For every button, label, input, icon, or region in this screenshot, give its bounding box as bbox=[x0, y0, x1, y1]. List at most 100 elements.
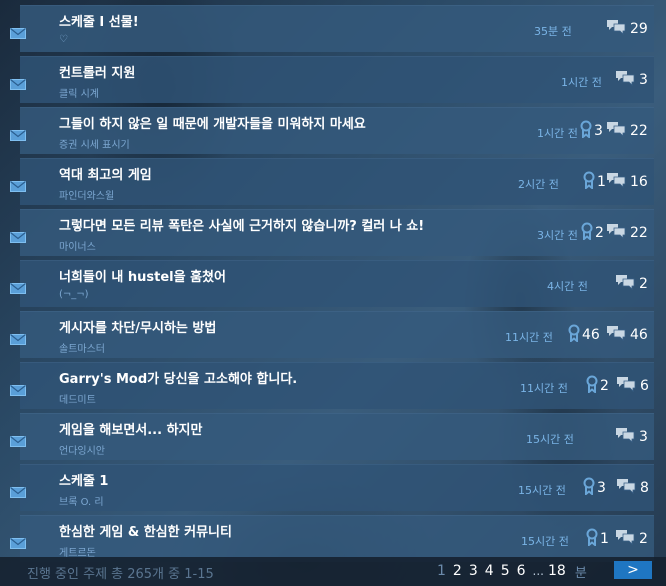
mail-icon bbox=[10, 330, 26, 345]
award-count[interactable]: 46 bbox=[568, 324, 600, 346]
topic-author: ♡ bbox=[59, 34, 68, 45]
reply-number: 3 bbox=[639, 72, 648, 88]
page-link-1[interactable]: 1 bbox=[437, 563, 446, 579]
topic-title[interactable]: 그들이 하지 않은 일 때문에 개발자들을 미워하지 마세요 bbox=[59, 113, 366, 132]
topic-row[interactable]: 게시자를 차단/무시하는 방법솔트마스터 11시간 전 46 46 bbox=[10, 311, 654, 358]
mail-icon bbox=[10, 177, 26, 192]
award-ribbon-icon bbox=[586, 375, 598, 397]
topic-time: 4시간 전 bbox=[547, 280, 588, 293]
topic-author: (¬_¬) bbox=[59, 289, 89, 300]
award-count[interactable]: 3 bbox=[580, 120, 603, 142]
topic-row[interactable]: 스케줄 I 선물! ♡ 35분 전 29 bbox=[10, 5, 654, 52]
award-number: 1 bbox=[600, 531, 609, 547]
topic-time: 35분 전 bbox=[534, 25, 572, 38]
reply-count: 6 bbox=[616, 377, 649, 395]
reply-number: 16 bbox=[630, 174, 648, 190]
award-number: 3 bbox=[597, 480, 606, 496]
topic-row[interactable]: 한심한 게임 & 한심한 커뮤니티 게트르돈 15시간 전12 bbox=[10, 515, 654, 562]
award-ribbon-icon bbox=[568, 324, 580, 346]
reply-count: 46 bbox=[606, 326, 648, 344]
topic-author: 솔트마스터 bbox=[59, 344, 105, 355]
pagination: 1 2 3 4 5 6 ... 18 분 bbox=[437, 562, 594, 581]
mail-icon bbox=[10, 381, 26, 396]
page-link-6[interactable]: 6 bbox=[517, 563, 526, 579]
page-link-5[interactable]: 5 bbox=[501, 563, 510, 579]
reply-count: 22 bbox=[606, 224, 648, 242]
next-page-button[interactable]: > bbox=[614, 561, 652, 579]
reply-count: 29 bbox=[606, 20, 648, 38]
mail-icon bbox=[10, 126, 26, 141]
topic-time: 3시간 전 bbox=[537, 229, 578, 242]
award-count[interactable]: 2 bbox=[581, 222, 604, 244]
reply-count: 3 bbox=[615, 71, 648, 89]
topic-author: 데드미트 bbox=[59, 395, 96, 406]
topic-title[interactable]: 너희들이 내 hustel을 훔쳤어 bbox=[59, 266, 226, 285]
reply-number: 22 bbox=[630, 225, 648, 241]
speech-bubbles-icon bbox=[615, 427, 635, 447]
speech-bubbles-icon bbox=[606, 121, 626, 141]
topic-row[interactable]: 게임을 해보면서... 하지만언다잉시안 15시간 전 3 bbox=[10, 413, 654, 460]
topic-time: 15시간 전 bbox=[518, 484, 566, 497]
mail-icon bbox=[10, 279, 26, 294]
topic-row[interactable]: 그렇다면 모든 리뷰 폭탄은 사실에 근거하지 않습니까? 컬러 나 쇼! 마이너… bbox=[10, 209, 654, 256]
topic-title[interactable]: 컨트롤러 지원 bbox=[59, 62, 135, 81]
speech-bubbles-icon bbox=[606, 19, 626, 39]
page-link-4[interactable]: 4 bbox=[485, 563, 494, 579]
topic-title[interactable]: 역대 최고의 게임 bbox=[59, 164, 152, 183]
topic-row[interactable]: 역대 최고의 게임 파인더와스윌 2시간 전 1 16 bbox=[10, 158, 654, 205]
award-ribbon-icon bbox=[583, 171, 595, 193]
page-link-3[interactable]: 3 bbox=[469, 563, 478, 579]
reply-count: 3 bbox=[615, 428, 648, 446]
reply-number: 2 bbox=[639, 531, 648, 547]
award-count[interactable]: 2 bbox=[586, 375, 609, 397]
topic-title[interactable]: 한심한 게임 & 한심한 커뮤니티 bbox=[59, 521, 232, 540]
speech-bubbles-icon bbox=[615, 70, 635, 90]
mail-icon bbox=[10, 228, 26, 243]
topic-title[interactable]: 게시자를 차단/무시하는 방법 bbox=[59, 317, 216, 336]
topic-time: 11시간 전 bbox=[520, 382, 568, 395]
reply-count: 2 bbox=[615, 530, 648, 548]
reply-number: 22 bbox=[630, 123, 648, 139]
mail-icon bbox=[10, 483, 26, 498]
reply-number: 29 bbox=[630, 21, 648, 37]
reply-number: 46 bbox=[630, 327, 648, 343]
speech-bubbles-icon bbox=[616, 376, 636, 396]
mail-icon bbox=[10, 24, 26, 39]
topic-title[interactable]: 스케줄 1 bbox=[59, 470, 108, 489]
speech-bubbles-icon bbox=[606, 223, 626, 243]
reply-count: 16 bbox=[606, 173, 648, 191]
award-ribbon-icon bbox=[583, 477, 595, 499]
page-link-last[interactable]: 18 bbox=[548, 563, 566, 579]
topic-title[interactable]: Garry's Mod가 당신을 고소해야 합니다. bbox=[59, 368, 297, 387]
reply-count: 22 bbox=[606, 122, 648, 140]
award-count[interactable]: 1 bbox=[583, 171, 606, 193]
topic-row[interactable]: 너희들이 내 hustel을 훔쳤어 (¬_¬) 4시간 전 2 bbox=[10, 260, 654, 307]
topic-time: 11시간 전 bbox=[505, 331, 553, 344]
page-unit: 분 bbox=[574, 565, 587, 581]
topic-author: 클릭 시계 bbox=[59, 89, 99, 100]
topic-time: 15시간 전 bbox=[526, 433, 574, 446]
topic-title[interactable]: 그렇다면 모든 리뷰 폭탄은 사실에 근거하지 않습니까? 컬러 나 쇼! bbox=[59, 215, 424, 234]
award-number: 2 bbox=[595, 225, 604, 241]
reply-number: 3 bbox=[639, 429, 648, 445]
award-count[interactable]: 1 bbox=[586, 528, 609, 550]
mail-icon bbox=[10, 75, 26, 90]
topic-title[interactable]: 게임을 해보면서... 하지만 bbox=[59, 419, 202, 438]
award-count[interactable]: 3 bbox=[583, 477, 606, 499]
topic-row[interactable]: Garry's Mod가 당신을 고소해야 합니다. 데드미트 11시간 전 2 6 bbox=[10, 362, 654, 409]
award-ribbon-icon bbox=[581, 222, 593, 244]
topic-title[interactable]: 스케줄 I 선물! bbox=[59, 11, 139, 30]
topic-row[interactable]: 그들이 하지 않은 일 때문에 개발자들을 미워하지 마세요 증권 시세 표시기 1… bbox=[10, 107, 654, 154]
page-link-2[interactable]: 2 bbox=[453, 563, 462, 579]
award-number: 1 bbox=[597, 174, 606, 190]
topic-row[interactable]: 컨트롤러 지원 클릭 시계 1시간 전 3 bbox=[10, 56, 654, 103]
award-ribbon-icon bbox=[580, 120, 592, 142]
reply-count: 8 bbox=[616, 479, 649, 497]
mail-icon bbox=[10, 432, 26, 447]
page-ellipsis: ... bbox=[532, 564, 544, 578]
award-ribbon-icon bbox=[586, 528, 598, 550]
topic-row[interactable]: 스케줄 1 브록 O. 리 15시간 전 3 8 bbox=[10, 464, 654, 511]
topic-author: 언다잉시안 bbox=[59, 446, 105, 457]
speech-bubbles-icon bbox=[615, 529, 635, 549]
speech-bubbles-icon bbox=[616, 478, 636, 498]
